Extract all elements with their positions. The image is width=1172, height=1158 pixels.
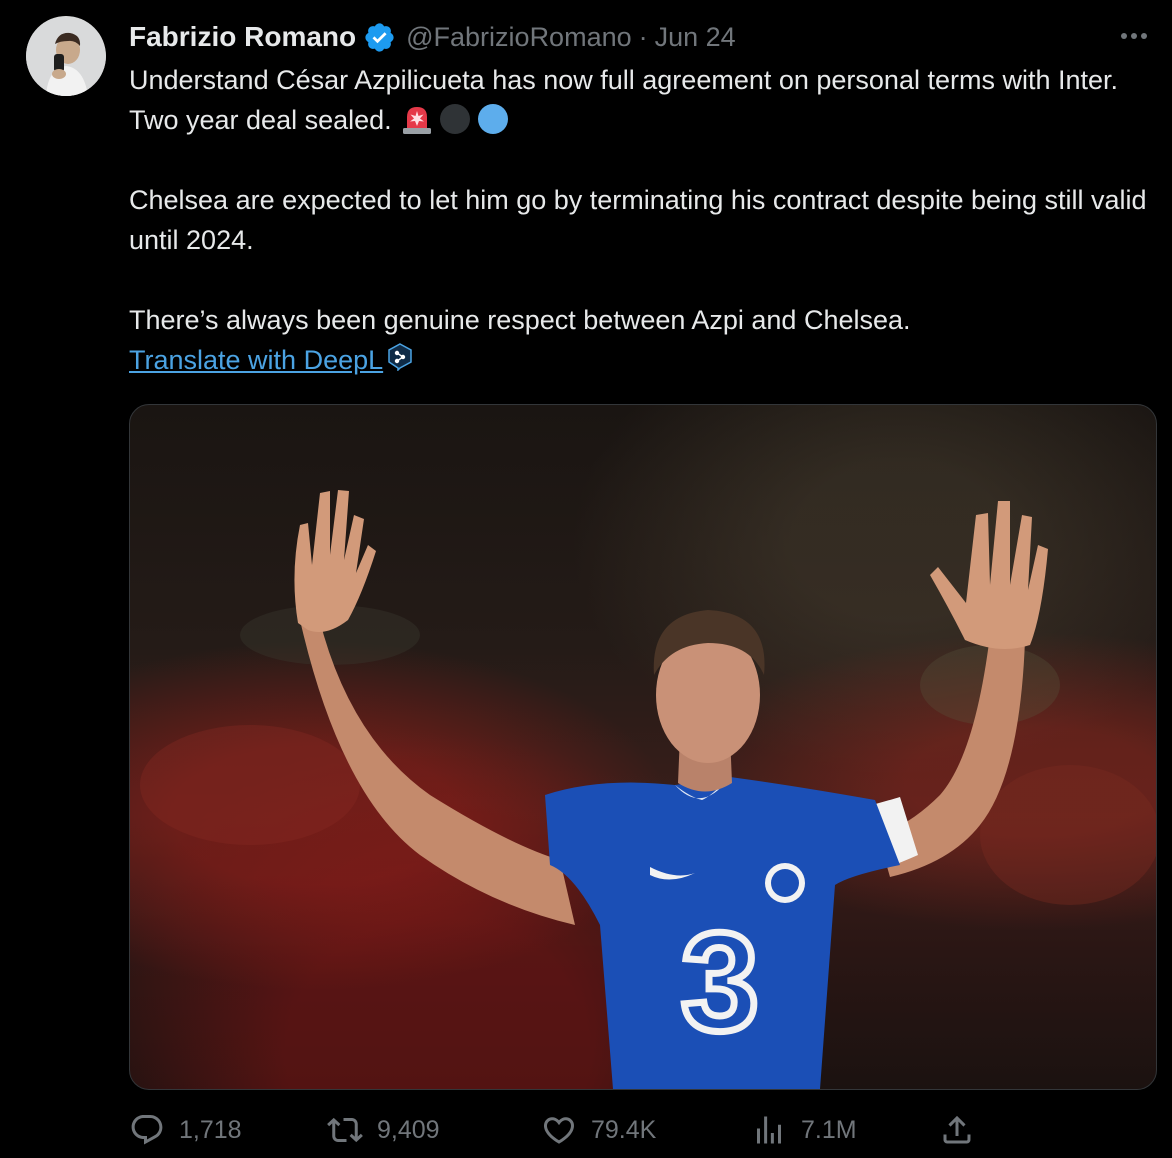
avatar[interactable] bbox=[26, 16, 106, 96]
translate-row: Translate with DeepL bbox=[129, 340, 1149, 380]
header-separator: · bbox=[638, 21, 648, 52]
tweet-paragraph: Chelsea are expected to let him go by te… bbox=[129, 185, 1147, 255]
retweet-button[interactable]: 9,409 bbox=[327, 1112, 440, 1148]
author-name[interactable]: Fabrizio Romano bbox=[129, 21, 356, 53]
verified-badge-icon[interactable] bbox=[363, 21, 396, 54]
retweet-icon bbox=[327, 1117, 363, 1143]
deepl-icon[interactable] bbox=[387, 342, 413, 372]
avatar-image bbox=[26, 16, 106, 96]
reply-button[interactable]: 1,718 bbox=[129, 1112, 242, 1148]
views-icon bbox=[757, 1116, 781, 1144]
reply-icon bbox=[131, 1115, 163, 1145]
like-button[interactable]: 79.4K bbox=[541, 1112, 656, 1148]
tweet-text: Understand César Azpilicueta has now ful… bbox=[129, 60, 1149, 380]
emoji-group bbox=[400, 102, 510, 136]
black-circle-emoji bbox=[439, 103, 470, 134]
tweet-paragraph-text: Understand César Azpilicueta has now ful… bbox=[129, 65, 1119, 135]
tweet-paragraph: Understand César Azpilicueta has now ful… bbox=[129, 60, 1149, 140]
shirt-sponsor-text: 3 bbox=[681, 903, 759, 1060]
author-handle[interactable]: @FabrizioRomano bbox=[406, 22, 632, 53]
more-icon bbox=[1121, 33, 1147, 39]
like-count: 79.4K bbox=[591, 1115, 657, 1144]
reply-count: 1,718 bbox=[179, 1115, 242, 1144]
police-light-emoji bbox=[402, 106, 431, 134]
like-icon bbox=[543, 1117, 575, 1144]
views-button[interactable]: 7.1M bbox=[751, 1112, 857, 1148]
tweet-photo[interactable]: 3 bbox=[129, 404, 1157, 1090]
tweet-date[interactable]: Jun 24 bbox=[655, 22, 736, 53]
tweet[interactable]: Fabrizio Romano @FabrizioRomano · Jun 24… bbox=[0, 0, 1172, 1158]
views-count: 7.1M bbox=[801, 1115, 857, 1144]
action-bar: 1,718 9,409 79.4K 7.1M bbox=[129, 1112, 989, 1158]
share-button[interactable] bbox=[939, 1112, 975, 1148]
retweet-count: 9,409 bbox=[377, 1115, 440, 1144]
tweet-paragraph: There’s always been genuine respect betw… bbox=[129, 305, 911, 335]
share-icon bbox=[943, 1115, 971, 1144]
translate-link[interactable]: Translate with DeepL bbox=[129, 345, 383, 375]
more-button[interactable] bbox=[1114, 20, 1154, 52]
blue-circle-emoji bbox=[477, 103, 508, 134]
player-photo: 3 bbox=[140, 490, 1156, 1089]
tweet-header: Fabrizio Romano @FabrizioRomano · Jun 24 bbox=[129, 18, 736, 56]
